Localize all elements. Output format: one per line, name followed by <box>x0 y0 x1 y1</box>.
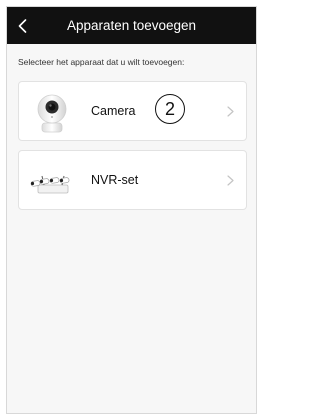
step-number-badge: 2 <box>155 94 185 124</box>
nvr-set-icon <box>30 175 70 194</box>
page-title: Apparaten toevoegen <box>66 18 197 33</box>
app-screen: Apparaten toevoegen Selecteer het appara… <box>6 6 257 414</box>
instruction-text: Selecteer het apparaat dat u wilt toevoe… <box>18 57 185 67</box>
device-label-nvr-set: NVR-set <box>91 173 139 187</box>
device-option-camera[interactable]: Camera 2 <box>18 81 247 141</box>
top-bar: Apparaten toevoegen <box>7 7 256 44</box>
back-button[interactable] <box>7 7 37 44</box>
chevron-right-icon <box>227 106 234 117</box>
chevron-right-icon <box>227 175 234 186</box>
chevron-left-icon <box>18 18 26 33</box>
device-label-camera: Camera <box>91 104 136 118</box>
camera-icon <box>37 94 67 133</box>
device-option-nvr-set[interactable]: NVR-set <box>18 150 247 210</box>
